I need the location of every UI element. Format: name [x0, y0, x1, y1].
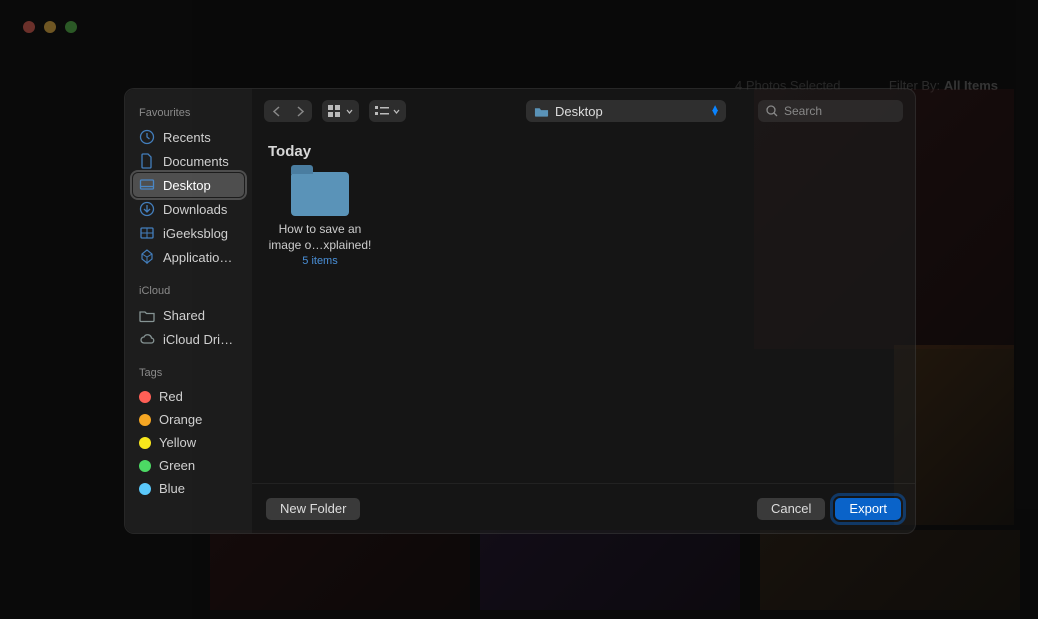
- icon-view-grid-icon: [328, 105, 342, 117]
- tag-label: Yellow: [159, 435, 196, 450]
- file-browser-area[interactable]: Today How to save an image o…xplained! 5…: [252, 133, 915, 483]
- view-mode-select[interactable]: [322, 100, 359, 122]
- minimize-window-icon[interactable]: [44, 21, 56, 33]
- sidebar-item-documents[interactable]: Documents: [133, 149, 244, 173]
- sidebar-item-label: Downloads: [163, 202, 227, 217]
- sidebar-item-recents[interactable]: Recents: [133, 125, 244, 149]
- tag-label: Blue: [159, 481, 185, 496]
- app-icon: [139, 249, 155, 265]
- cancel-button[interactable]: Cancel: [757, 498, 825, 520]
- popup-arrows-icon: ▲▼: [710, 106, 720, 116]
- location-label: Desktop: [555, 104, 603, 119]
- file-item-count: 5 items: [268, 255, 372, 267]
- sidebar-item-igeeksblog[interactable]: iGeeksblog: [133, 221, 244, 245]
- photo-thumbnail: [210, 530, 470, 610]
- shared-icon: [139, 307, 155, 323]
- export-button[interactable]: Export: [835, 498, 901, 520]
- sheet-sidebar: Favourites Recents Documents Desktop Downlo…: [125, 89, 252, 533]
- icon-group-icon: [375, 105, 389, 117]
- group-mode-select[interactable]: [369, 100, 406, 122]
- nav-back-forward[interactable]: [264, 100, 312, 122]
- group-header-today: Today: [268, 143, 899, 160]
- chevron-down-icon: [393, 109, 400, 114]
- tag-dot-icon: [139, 483, 151, 495]
- sidebar-item-applicatio[interactable]: Applicatio…: [133, 245, 244, 269]
- section-label-tags: Tags: [133, 363, 244, 385]
- sidebar-item-label: Desktop: [163, 178, 211, 193]
- tag-dot-icon: [139, 460, 151, 472]
- tag-item-yellow[interactable]: Yellow: [133, 431, 244, 454]
- folder-icon: [291, 172, 349, 216]
- tag-item-blue[interactable]: Blue: [133, 477, 244, 500]
- desktop-icon: [139, 177, 155, 193]
- download-icon: [139, 201, 155, 217]
- photo-thumbnail: [480, 530, 740, 610]
- sidebar-item-iclouddri[interactable]: iCloud Dri…: [133, 327, 244, 351]
- tag-label: Red: [159, 389, 183, 404]
- traffic-lights[interactable]: [23, 21, 77, 33]
- sidebar-item-shared[interactable]: Shared: [133, 303, 244, 327]
- doc-icon: [139, 153, 155, 169]
- tag-item-green[interactable]: Green: [133, 454, 244, 477]
- chevron-down-icon: [346, 109, 353, 114]
- sidebar-item-downloads[interactable]: Downloads: [133, 197, 244, 221]
- clock-icon: [139, 129, 155, 145]
- nav-back-button[interactable]: [264, 100, 288, 122]
- tag-dot-icon: [139, 437, 151, 449]
- sidebar-item-label: Recents: [163, 130, 211, 145]
- sidebar-item-label: iCloud Dri…: [163, 332, 233, 347]
- section-label-icloud: iCloud: [133, 281, 244, 303]
- sidebar-item-label: Shared: [163, 308, 205, 323]
- new-folder-button[interactable]: New Folder: [266, 498, 360, 520]
- cloud-icon: [139, 331, 155, 347]
- photo-thumbnail: [760, 530, 1020, 610]
- file-item-folder[interactable]: How to save an image o…xplained! 5 items: [268, 172, 372, 267]
- sidebar-item-label: iGeeksblog: [163, 226, 228, 241]
- sidebar-item-label: Applicatio…: [163, 250, 232, 265]
- tag-dot-icon: [139, 391, 151, 403]
- search-input[interactable]: Search: [758, 100, 903, 122]
- tag-dot-icon: [139, 414, 151, 426]
- tag-label: Green: [159, 458, 195, 473]
- tag-item-orange[interactable]: Orange: [133, 408, 244, 431]
- nav-forward-button[interactable]: [288, 100, 312, 122]
- sheet-footer: New Folder Cancel Export: [252, 483, 915, 533]
- close-window-icon[interactable]: [23, 21, 35, 33]
- section-label-favourites: Favourites: [133, 103, 244, 125]
- file-name: How to save an image o…xplained!: [268, 222, 372, 253]
- export-save-sheet: Favourites Recents Documents Desktop Downlo…: [124, 88, 916, 534]
- sidebar-item-desktop[interactable]: Desktop: [133, 173, 244, 197]
- search-icon: [766, 105, 778, 117]
- maximize-window-icon[interactable]: [65, 21, 77, 33]
- location-popup[interactable]: Desktop ▲▼: [526, 100, 726, 122]
- sheet-toolbar: Desktop ▲▼ Search: [252, 89, 915, 133]
- sidebar-item-label: Documents: [163, 154, 229, 169]
- folder-icon: [534, 105, 549, 117]
- tag-label: Orange: [159, 412, 202, 427]
- tag-item-red[interactable]: Red: [133, 385, 244, 408]
- folder-icon: [139, 225, 155, 241]
